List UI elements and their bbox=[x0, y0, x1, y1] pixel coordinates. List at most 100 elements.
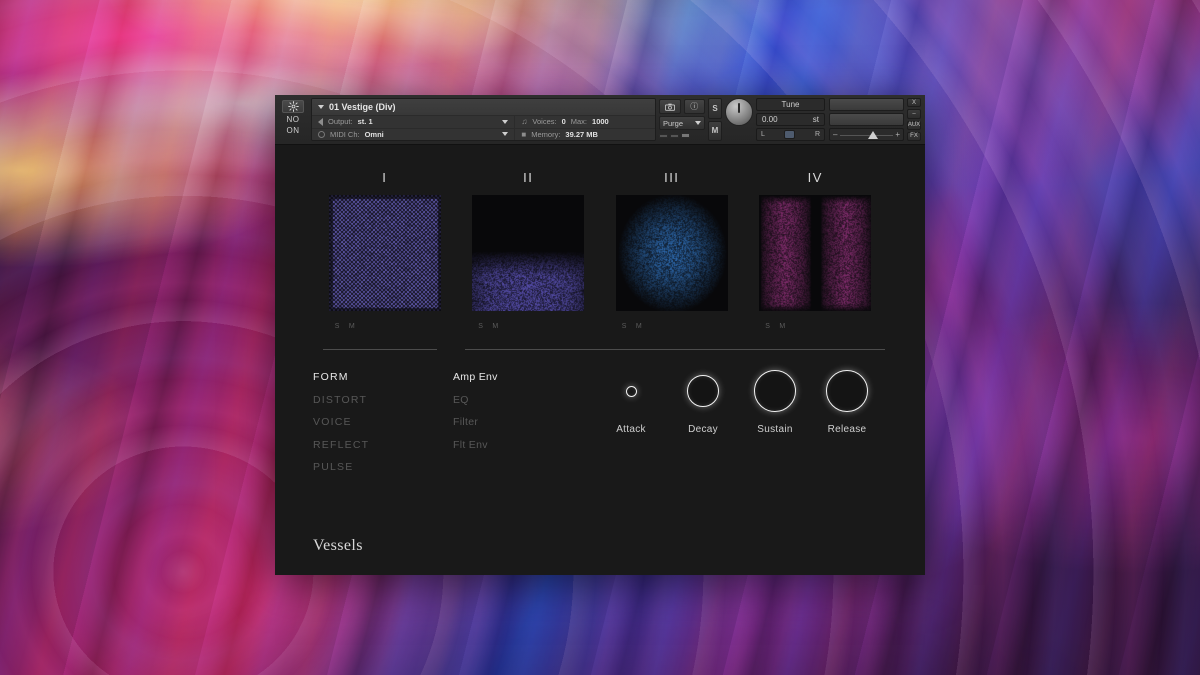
close-icon[interactable]: X bbox=[907, 98, 921, 108]
divider-right bbox=[465, 349, 885, 350]
tune-label: Tune bbox=[756, 98, 825, 111]
info-icon[interactable]: ⓘ bbox=[683, 99, 705, 114]
section-dividers bbox=[313, 338, 887, 360]
meter-left bbox=[829, 98, 904, 111]
layer-numerals: I II III IV bbox=[275, 145, 925, 185]
layer-2-mute[interactable]: M bbox=[492, 323, 498, 330]
decay-knob[interactable] bbox=[687, 375, 719, 407]
instrument-body: I II III IV S M S M S M S M FORM DISTORT… bbox=[275, 145, 925, 575]
mute-button[interactable]: M bbox=[708, 120, 722, 141]
layer-3-solo[interactable]: S bbox=[622, 323, 627, 330]
layer-1-mute[interactable]: M bbox=[349, 323, 355, 330]
memory-icon: ■ bbox=[521, 129, 527, 139]
output-chevron-down-icon[interactable] bbox=[502, 119, 509, 124]
attack-knob[interactable] bbox=[625, 385, 637, 397]
layer-pad-2[interactable] bbox=[472, 195, 585, 311]
max-label: Max: bbox=[570, 117, 588, 127]
volume-minus-label: – bbox=[833, 130, 838, 139]
output-label: Output: bbox=[328, 117, 353, 127]
fx-button[interactable]: FX bbox=[907, 131, 921, 141]
layer-2-solo[interactable]: S bbox=[478, 323, 483, 330]
volume-slider-handle[interactable] bbox=[867, 131, 878, 139]
output-value: st. 1 bbox=[357, 117, 373, 127]
layer-4-mute[interactable]: M bbox=[779, 323, 785, 330]
decay-label: Decay bbox=[688, 424, 718, 435]
memory-row: ■ Memory: 39.27 MB bbox=[515, 127, 655, 140]
attack-label: Attack bbox=[616, 424, 646, 435]
knob-slot-attack: Attack bbox=[595, 366, 667, 435]
menu-item-amp-env[interactable]: Amp Env bbox=[453, 366, 593, 389]
tune-value: 0.00 bbox=[762, 115, 778, 124]
pan-control[interactable]: L R bbox=[756, 128, 825, 141]
layer-pad-1[interactable] bbox=[328, 195, 441, 311]
pan-right-label: R bbox=[814, 131, 820, 138]
midi-chevron-down-icon[interactable] bbox=[502, 132, 509, 137]
knob-slot-sustain: Sustain bbox=[739, 366, 811, 435]
menu-item-distort[interactable]: DISTORT bbox=[313, 389, 453, 412]
layer-pad-3[interactable] bbox=[615, 195, 728, 311]
volume-plus-label: + bbox=[895, 130, 900, 139]
layer-pad-4[interactable] bbox=[759, 195, 872, 311]
output-row[interactable]: Output: st. 1 bbox=[312, 115, 515, 128]
menu-primary: FORM DISTORT VOICE REFLECT PULSE bbox=[313, 366, 453, 479]
solo-button[interactable]: S bbox=[708, 98, 722, 119]
release-knob[interactable] bbox=[826, 370, 868, 412]
layer-numeral-2: II bbox=[523, 170, 534, 185]
menu-item-reflect[interactable]: REFLECT bbox=[313, 434, 453, 457]
aux-button[interactable]: AUX bbox=[907, 120, 921, 130]
tune-unit: st bbox=[812, 115, 819, 124]
menu-item-pulse[interactable]: PULSE bbox=[313, 456, 453, 479]
tune-group: Tune 0.00 st L R bbox=[725, 98, 825, 141]
menu-item-form[interactable]: FORM bbox=[313, 366, 453, 389]
instrument-strip: 01 Vestige (Div) Output: st. 1 MIDI Ch: … bbox=[311, 98, 656, 141]
menu-secondary: Amp Env EQ Filter Flt Env bbox=[453, 366, 593, 479]
menu-item-eq[interactable]: EQ bbox=[453, 389, 593, 412]
instrument-brand: Vessels bbox=[313, 537, 363, 554]
sustain-knob[interactable] bbox=[754, 370, 796, 412]
memory-label: Memory: bbox=[531, 129, 561, 139]
layer-numeral-4: IV bbox=[807, 170, 823, 185]
menu-item-voice[interactable]: VOICE bbox=[313, 411, 453, 434]
midi-plug-icon bbox=[318, 130, 325, 138]
purge-group: ⓘ Purge bbox=[659, 98, 705, 141]
header-side-buttons: X – AUX FX bbox=[907, 98, 921, 141]
purge-label: Purge bbox=[663, 118, 684, 128]
pan-left-label: L bbox=[761, 131, 765, 138]
layer-4-solo[interactable]: S bbox=[765, 323, 770, 330]
host-header: NO ON 01 Vestige (Div) Output: st. 1 MID… bbox=[275, 95, 925, 145]
purge-button[interactable]: Purge bbox=[659, 116, 705, 130]
gear-icon[interactable] bbox=[282, 100, 304, 113]
menu-item-filter[interactable]: Filter bbox=[453, 411, 593, 434]
release-label: Release bbox=[827, 424, 867, 435]
minimize-icon[interactable]: – bbox=[907, 109, 921, 119]
purge-chevron-down-icon[interactable] bbox=[695, 121, 701, 125]
tune-value-field[interactable]: 0.00 st bbox=[756, 113, 825, 126]
layer-numeral-1: I bbox=[382, 170, 388, 185]
purge-meter bbox=[659, 132, 705, 138]
controls-area: FORM DISTORT VOICE REFLECT PULSE Amp Env… bbox=[275, 360, 925, 479]
midi-value: Omni bbox=[364, 129, 384, 139]
speaker-icon bbox=[318, 117, 323, 126]
meter-right bbox=[829, 113, 904, 126]
host-brand-line2: ON bbox=[286, 126, 300, 135]
tune-knob[interactable] bbox=[725, 98, 753, 126]
instrument-title-bar[interactable]: 01 Vestige (Div) bbox=[312, 99, 655, 115]
sustain-label: Sustain bbox=[757, 424, 793, 435]
midi-row[interactable]: MIDI Ch: Omni bbox=[312, 127, 515, 140]
camera-icon[interactable] bbox=[659, 99, 681, 114]
menu-item-flt-env[interactable]: Flt Env bbox=[453, 434, 593, 457]
volume-slider[interactable]: – + bbox=[829, 128, 904, 141]
output-meters: – + bbox=[829, 98, 904, 141]
host-logo: NO ON bbox=[279, 98, 307, 141]
max-value: 1000 bbox=[592, 117, 609, 127]
layer-3-mute[interactable]: M bbox=[636, 323, 642, 330]
layer-1-solo[interactable]: S bbox=[335, 323, 340, 330]
host-brand-line1: NO bbox=[286, 115, 300, 124]
layer-numeral-3: III bbox=[664, 170, 680, 185]
voices-value: 0 bbox=[561, 117, 566, 127]
pan-handle[interactable] bbox=[784, 130, 796, 139]
midi-label: MIDI Ch: bbox=[330, 129, 360, 139]
knob-slot-release: Release bbox=[811, 366, 883, 435]
chevron-down-icon[interactable] bbox=[318, 105, 324, 109]
layer-pads: S M S M S M S M bbox=[275, 185, 925, 330]
